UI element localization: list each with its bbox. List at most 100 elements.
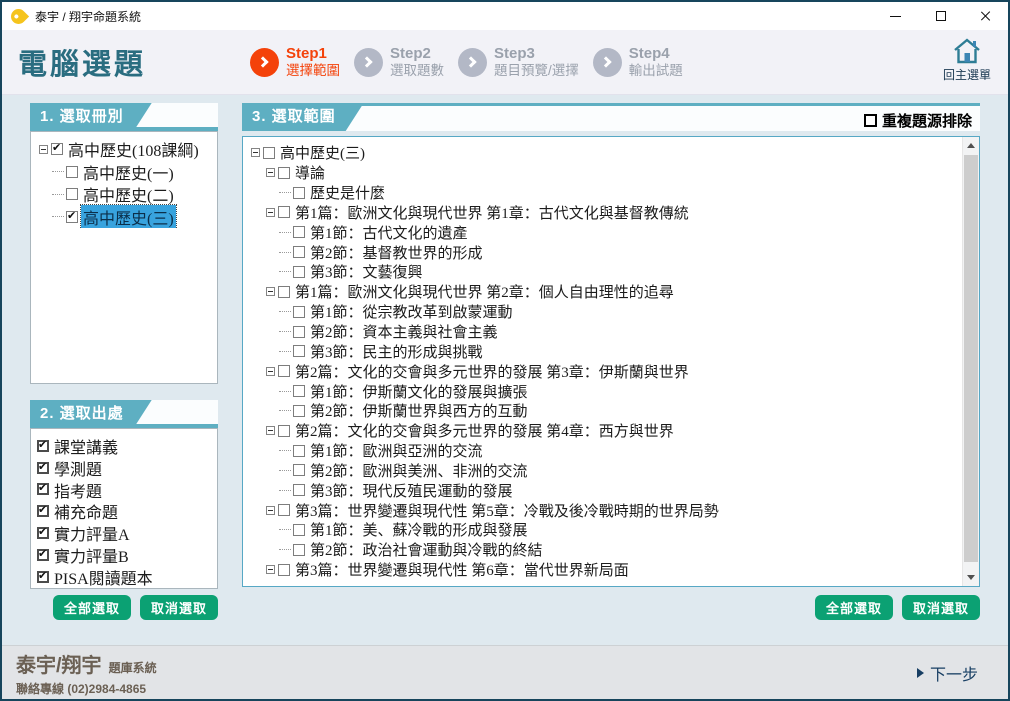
tree-label[interactable]: 高中歷史(三) bbox=[278, 142, 367, 163]
source-checkbox[interactable] bbox=[37, 525, 49, 540]
tree-label[interactable]: 第1節：古代文化的遺產 bbox=[308, 222, 470, 243]
source-checkbox[interactable] bbox=[37, 438, 49, 452]
tree-row[interactable]: 第2篇：文化的交會與多元世界的發展 第4章：西方與世界 bbox=[248, 421, 977, 441]
tree-checkbox[interactable] bbox=[293, 484, 305, 497]
tree-checkbox[interactable] bbox=[293, 543, 305, 556]
collapse-expander-icon[interactable] bbox=[265, 168, 275, 178]
tree-checkbox[interactable] bbox=[66, 209, 78, 223]
tree-row[interactable]: 第1篇：歐洲文化與現代世界 第2章：個人自由理性的追尋 bbox=[248, 282, 977, 302]
tree-row[interactable]: 第2篇：文化的交會與多元世界的發展 第3章：伊斯蘭與世界 bbox=[248, 361, 977, 381]
tree-label[interactable]: 第3篇：世界變遷與現代性 第5章：冷戰及後冷戰時期的世界局勢 bbox=[293, 500, 721, 521]
minimize-button[interactable] bbox=[873, 2, 918, 30]
tree-label[interactable]: 第3節：現代反殖民運動的發展 bbox=[308, 480, 515, 501]
source-checkbox[interactable] bbox=[37, 503, 49, 518]
tree-checkbox[interactable] bbox=[278, 206, 290, 219]
tree-row[interactable]: 高中歷史(108課綱) bbox=[36, 138, 215, 161]
tree-row[interactable]: 第3節：民主的形成與挑戰 bbox=[248, 341, 977, 361]
tree-checkbox[interactable] bbox=[293, 464, 305, 477]
tree-checkbox[interactable] bbox=[278, 504, 290, 517]
tree-label[interactable]: 第3節：文藝復興 bbox=[308, 261, 425, 282]
tree-row[interactable]: 高中歷史(一) bbox=[36, 161, 215, 184]
tree-label[interactable]: 高中歷史(二) bbox=[81, 182, 176, 206]
tree-label[interactable]: 第2篇：文化的交會與多元世界的發展 第3章：伊斯蘭與世界 bbox=[293, 361, 691, 382]
exclude-duplicate-checkbox-row[interactable]: 重複題源排除 bbox=[863, 110, 972, 131]
collapse-expander-icon[interactable] bbox=[38, 144, 48, 154]
tree-label[interactable]: 第1篇：歐洲文化與現代世界 第1章：古代文化與基督教傳統 bbox=[293, 202, 691, 223]
tree-label[interactable]: 第1篇：歐洲文化與現代世界 第2章：個人自由理性的追尋 bbox=[293, 281, 676, 302]
collapse-expander-icon[interactable] bbox=[265, 366, 275, 376]
collapse-expander-icon[interactable] bbox=[265, 505, 275, 515]
step-1[interactable]: Step1 選擇範圍 bbox=[250, 45, 340, 78]
tree-label[interactable]: 高中歷史(三) bbox=[80, 203, 177, 228]
tree-checkbox[interactable] bbox=[51, 141, 63, 156]
tree-checkbox[interactable] bbox=[293, 523, 305, 536]
source-item-row[interactable]: 實力評量A bbox=[37, 522, 213, 544]
tree-checkbox[interactable] bbox=[293, 325, 305, 338]
tree-row[interactable]: 歷史是什麼 bbox=[248, 183, 977, 203]
tree-label[interactable]: 高中歷史(一) bbox=[81, 160, 176, 184]
tree-checkbox[interactable] bbox=[278, 563, 290, 576]
tree-row[interactable]: 第3節：文藝復興 bbox=[248, 262, 977, 282]
tree-checkbox[interactable] bbox=[278, 166, 290, 179]
tree-label[interactable]: 第1節：伊斯蘭文化的發展與擴張 bbox=[308, 381, 530, 402]
tree-label[interactable]: 第2節：伊斯蘭世界與西方的互動 bbox=[308, 400, 530, 421]
tree-checkbox[interactable] bbox=[293, 226, 305, 239]
tree-label[interactable]: 第2節：資本主義與社會主義 bbox=[308, 321, 500, 342]
tree-label[interactable]: 第2節：基督教世界的形成 bbox=[308, 242, 485, 263]
exclude-duplicate-checkbox[interactable] bbox=[863, 114, 877, 127]
tree-row[interactable]: 第2節：伊斯蘭世界與西方的互動 bbox=[248, 401, 977, 421]
tree-checkbox[interactable] bbox=[263, 146, 275, 159]
tree-label[interactable]: 高中歷史(108課綱) bbox=[66, 137, 201, 161]
scroll-down-button[interactable] bbox=[963, 569, 979, 586]
collapse-expander-icon[interactable] bbox=[265, 287, 275, 297]
tree-checkbox[interactable] bbox=[278, 424, 290, 437]
tree-checkbox[interactable] bbox=[293, 404, 305, 417]
tree-row[interactable]: 第1節：伊斯蘭文化的發展與擴張 bbox=[248, 381, 977, 401]
source-item-row[interactable]: 指考題 bbox=[37, 479, 213, 501]
tree-row[interactable]: 第1篇：歐洲文化與現代世界 第1章：古代文化與基督教傳統 bbox=[248, 203, 977, 223]
tree-label[interactable]: 第1節：美、蘇冷戰的形成與發展 bbox=[308, 519, 530, 540]
close-button[interactable] bbox=[963, 2, 1008, 30]
tree-label[interactable]: 第3篇：世界變遷與現代性 第6章：當代世界新局面 bbox=[293, 559, 631, 579]
tree-checkbox[interactable] bbox=[293, 345, 305, 358]
tree-label[interactable]: 第1節：歐洲與亞洲的交流 bbox=[308, 440, 485, 461]
tree-label[interactable]: 第2篇：文化的交會與多元世界的發展 第4章：西方與世界 bbox=[293, 420, 676, 441]
tree-checkbox[interactable] bbox=[278, 365, 290, 378]
source-item-row[interactable]: 課堂講義 bbox=[37, 435, 213, 457]
tree-row[interactable]: 高中歷史(三) bbox=[248, 143, 977, 163]
source-checkbox[interactable] bbox=[37, 481, 49, 496]
tree-label[interactable]: 導論 bbox=[293, 162, 327, 183]
deselect-all-button-left[interactable]: 取消選取 bbox=[139, 595, 218, 620]
tree-row[interactable]: 第1節：從宗教改革到啟蒙運動 bbox=[248, 302, 977, 322]
tree-row[interactable]: 第3篇：世界變遷與現代性 第5章：冷戰及後冷戰時期的世界局勢 bbox=[248, 500, 977, 520]
tree-label[interactable]: 第1節：從宗教改革到啟蒙運動 bbox=[308, 301, 515, 322]
tree-label[interactable]: 第2節：政治社會運動與冷戰的終結 bbox=[308, 539, 545, 560]
step-2[interactable]: Step2 選取題數 bbox=[354, 45, 444, 78]
tree-checkbox[interactable] bbox=[293, 305, 305, 318]
tree-row[interactable]: 第2節：資本主義與社會主義 bbox=[248, 322, 977, 342]
tree-row[interactable]: 第1節：古代文化的遺產 bbox=[248, 222, 977, 242]
scrollbar[interactable] bbox=[962, 137, 979, 586]
tree-checkbox[interactable] bbox=[293, 444, 305, 457]
collapse-expander-icon[interactable] bbox=[265, 426, 275, 436]
collapse-expander-icon[interactable] bbox=[265, 207, 275, 217]
tree-row[interactable]: 高中歷史(三) bbox=[36, 203, 215, 228]
tree-row[interactable]: 第2節：政治社會運動與冷戰的終結 bbox=[248, 540, 977, 560]
tree-label[interactable]: 第2節：歐洲與美洲、非洲的交流 bbox=[308, 460, 530, 481]
scroll-thumb[interactable] bbox=[964, 155, 978, 562]
tree-row[interactable]: 第1節：歐洲與亞洲的交流 bbox=[248, 441, 977, 461]
home-button[interactable]: 回主選單 bbox=[938, 37, 996, 83]
tree-row[interactable]: 第1節：美、蘇冷戰的形成與發展 bbox=[248, 520, 977, 540]
select-all-button-right[interactable]: 全部選取 bbox=[814, 595, 893, 620]
step-4[interactable]: Step4 輸出試題 bbox=[592, 45, 683, 78]
tree-checkbox[interactable] bbox=[278, 285, 290, 298]
maximize-button[interactable] bbox=[918, 2, 963, 30]
tree-checkbox[interactable] bbox=[293, 186, 305, 199]
tree-checkbox[interactable] bbox=[293, 265, 305, 278]
source-item-row[interactable]: 實力評量B bbox=[37, 544, 213, 566]
tree-row[interactable]: 高中歷史(二) bbox=[36, 183, 215, 206]
tree-label[interactable]: 歷史是什麼 bbox=[308, 182, 387, 203]
tree-checkbox[interactable] bbox=[293, 385, 305, 398]
step-3[interactable]: Step3 題目預覽/選擇 bbox=[458, 45, 579, 78]
tree-row[interactable]: 第2節：歐洲與美洲、非洲的交流 bbox=[248, 461, 977, 481]
